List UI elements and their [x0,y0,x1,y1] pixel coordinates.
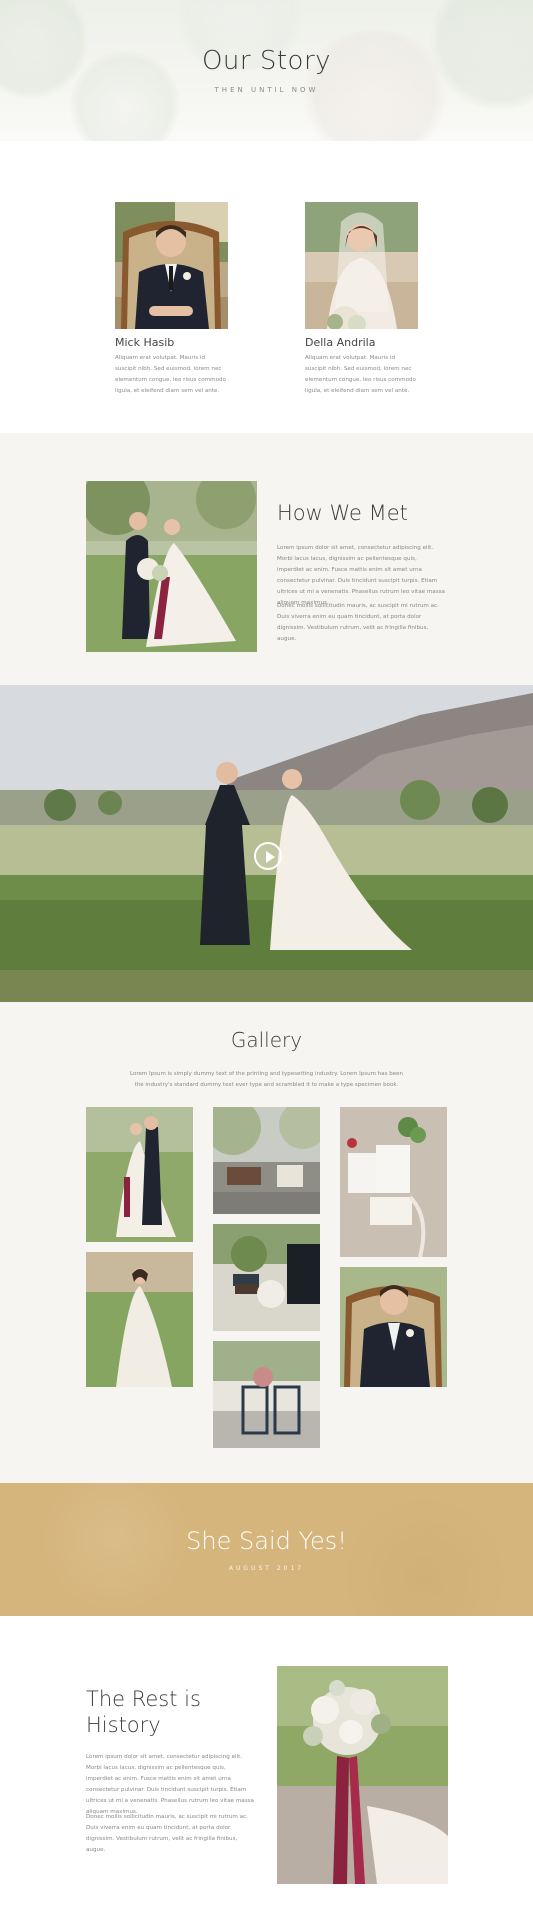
rest-paragraph-2: Donec mollis sollicitudin mauris, ac sus… [86,1814,248,1853]
groom-photo [115,202,228,329]
bride-card: Della Andrila Aliquam erat volutpat. Mau… [305,202,418,397]
she-said-yes-title: She Said Yes! [186,1527,347,1555]
gallery-image-groom[interactable] [340,1267,447,1387]
she-said-yes-date: AUGUST 2017 [228,1565,305,1572]
bride-name: Della Andrila [305,336,376,349]
rest-is-history-title: The Rest is History [86,1687,201,1737]
gallery-title: Gallery [230,1028,303,1052]
how-we-met-section: How We Met Lorem ipsum dolor sit amet, c… [0,433,533,685]
gallery-section: Gallery Lorem Ipsum is simply dummy text… [0,1002,533,1483]
rest-paragraph-1: Lorem ipsum dolor sit amet, consectetur … [86,1754,254,1815]
gallery-description: Lorem Ipsum is simply dummy text of the … [130,1071,403,1088]
groom-name: Mick Hasib [115,336,175,349]
how-we-met-photo [86,481,257,652]
gallery-image-table[interactable] [213,1224,320,1331]
page-title: Our Story [201,46,332,76]
page-subtitle: THEN UNTIL NOW [214,86,319,94]
bouquet-photo [277,1666,448,1884]
rest-is-history-section: The Rest is History Lorem ipsum dolor si… [0,1616,533,1919]
gallery-image-venue[interactable] [213,1107,320,1214]
gallery-image-chairs[interactable] [213,1341,320,1448]
she-said-yes-banner: She Said Yes! AUGUST 2017 [0,1483,533,1616]
groom-bio: Aliquam erat volutpat. Mauris id suscipi… [115,355,226,394]
play-icon[interactable] [254,842,282,870]
bride-bio: Aliquam erat volutpat. Mauris id suscipi… [305,355,416,394]
couple-section: Mick Hasib Aliquam erat volutpat. Mauris… [0,141,533,433]
bride-photo [305,202,418,329]
gallery-image-couple[interactable] [86,1107,193,1242]
how-we-met-paragraph-1: Lorem ipsum dolor sit amet, consectetur … [277,545,445,606]
how-we-met-title: How We Met [277,501,408,525]
groom-card: Mick Hasib Aliquam erat volutpat. Mauris… [115,202,228,397]
gallery-image-stationery[interactable] [340,1107,447,1257]
hero-banner: Our Story THEN UNTIL NOW [0,0,533,141]
gallery-image-bride[interactable] [86,1252,193,1387]
how-we-met-paragraph-2: Donec mollis sollicitudin mauris, ac sus… [277,603,439,642]
